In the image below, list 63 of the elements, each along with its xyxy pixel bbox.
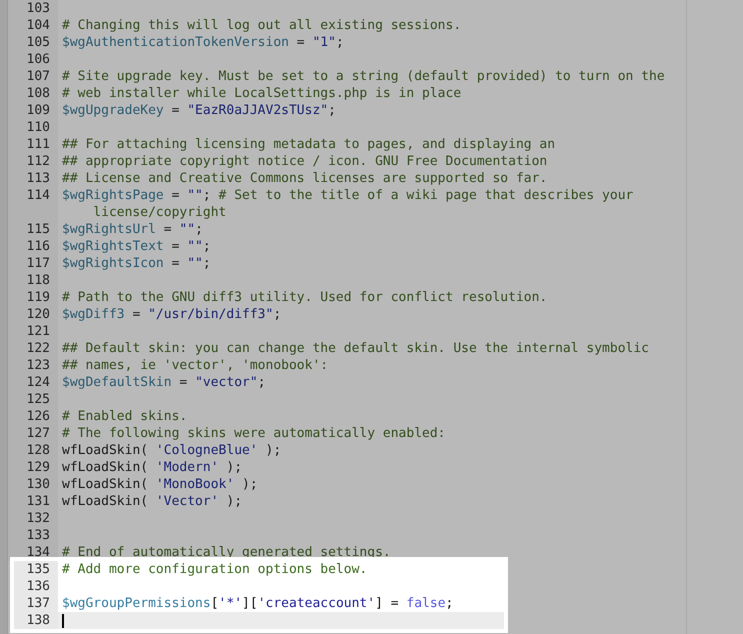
- code-line: # Path to the GNU diff3 utility. Used for conflict resolution.: [62, 289, 548, 306]
- line-number: 115: [26, 222, 50, 237]
- code-line: $wgRightsPage = ""; # Set to the title of a wiki page that describes your license/copyright: [62, 187, 634, 221]
- code-line: # The following skins were automatically enabled:: [62, 425, 446, 442]
- code-line: # End of automatically generated settings.: [62, 544, 391, 561]
- code-line: # Site upgrade key. Must be set to a string (default provided) to turn on the: [62, 68, 665, 85]
- line-number: 105: [26, 35, 50, 50]
- line-number: 125: [26, 392, 50, 407]
- code-line: $wgAuthenticationTokenVersion = "1";: [62, 34, 344, 51]
- line-number: 136: [26, 579, 50, 594]
- line-number: 132: [26, 511, 50, 526]
- line-number: 111: [26, 137, 50, 152]
- code-line: $wgRightsUrl = "";: [62, 221, 203, 238]
- line-number: 133: [26, 528, 50, 543]
- line-number: 122: [26, 341, 50, 356]
- line-number: 114: [26, 188, 50, 203]
- line-number: 119: [26, 290, 50, 305]
- line-number: 120: [26, 307, 50, 322]
- code-line: # Add more configuration options below.: [62, 561, 368, 578]
- code-line: wfLoadSkin( 'CologneBlue' );: [62, 442, 282, 459]
- code-line: # Enabled skins.: [62, 408, 188, 425]
- line-number: 107: [26, 69, 50, 84]
- line-number: 126: [26, 409, 50, 424]
- line-number: 106: [26, 52, 50, 67]
- code-line: $wgDefaultSkin = "vector";: [62, 374, 266, 391]
- code-line: wfLoadSkin( 'Vector' );: [62, 493, 242, 510]
- line-number: 134: [26, 545, 50, 560]
- line-number: 124: [26, 375, 50, 390]
- code-line: wfLoadSkin( 'MonoBook' );: [62, 476, 258, 493]
- line-number: 131: [26, 494, 50, 509]
- code-line: $wgRightsText = "";: [62, 238, 211, 255]
- line-number: 109: [26, 103, 50, 118]
- code-line: $wgUpgradeKey = "EazR0aJJAV2sTUsz";: [62, 102, 336, 119]
- code-line: ## Default skin: you can change the default skin. Use the internal symbolic: [62, 340, 649, 357]
- code-line: # Changing this will log out all existing sessions.: [62, 17, 462, 34]
- line-number: 112: [26, 154, 50, 169]
- code-line: ## For attaching licensing metadata to pages, and displaying an: [62, 136, 556, 153]
- line-number: 113: [26, 171, 50, 186]
- line-number: 108: [26, 86, 50, 101]
- line-number: 117: [26, 256, 50, 271]
- text-cursor: [62, 614, 64, 628]
- code-line: wfLoadSkin( 'Modern' );: [62, 459, 242, 476]
- code-line: $wgGroupPermissions['*']['createaccount'] = false;: [62, 595, 454, 612]
- code-line: $wgDiff3 = "/usr/bin/diff3";: [62, 306, 282, 323]
- line-number: 116: [26, 239, 50, 254]
- code-line: ## names, ie 'vector', 'monobook':: [62, 357, 328, 374]
- line-number: 128: [26, 443, 50, 458]
- line-number: 130: [26, 477, 50, 492]
- line-number: 121: [26, 324, 50, 339]
- code-line: $wgRightsIcon = "";: [62, 255, 211, 272]
- line-number: 138: [26, 613, 50, 628]
- line-number: 110: [26, 120, 50, 135]
- code-line: # web installer while LocalSettings.php is in place: [62, 85, 462, 102]
- line-number: 123: [26, 358, 50, 373]
- line-number: 127: [26, 426, 50, 441]
- line-number: 135: [26, 562, 50, 577]
- code-line: ## License and Creative Commons licenses are supported so far.: [62, 170, 548, 187]
- code-line: ## appropriate copyright notice / icon. GNU Free Documentation: [62, 153, 548, 170]
- line-number: 137: [26, 596, 50, 611]
- line-number: 103: [26, 1, 50, 16]
- line-number: 104: [26, 18, 50, 33]
- line-number: 129: [26, 460, 50, 475]
- line-number: 118: [26, 273, 50, 288]
